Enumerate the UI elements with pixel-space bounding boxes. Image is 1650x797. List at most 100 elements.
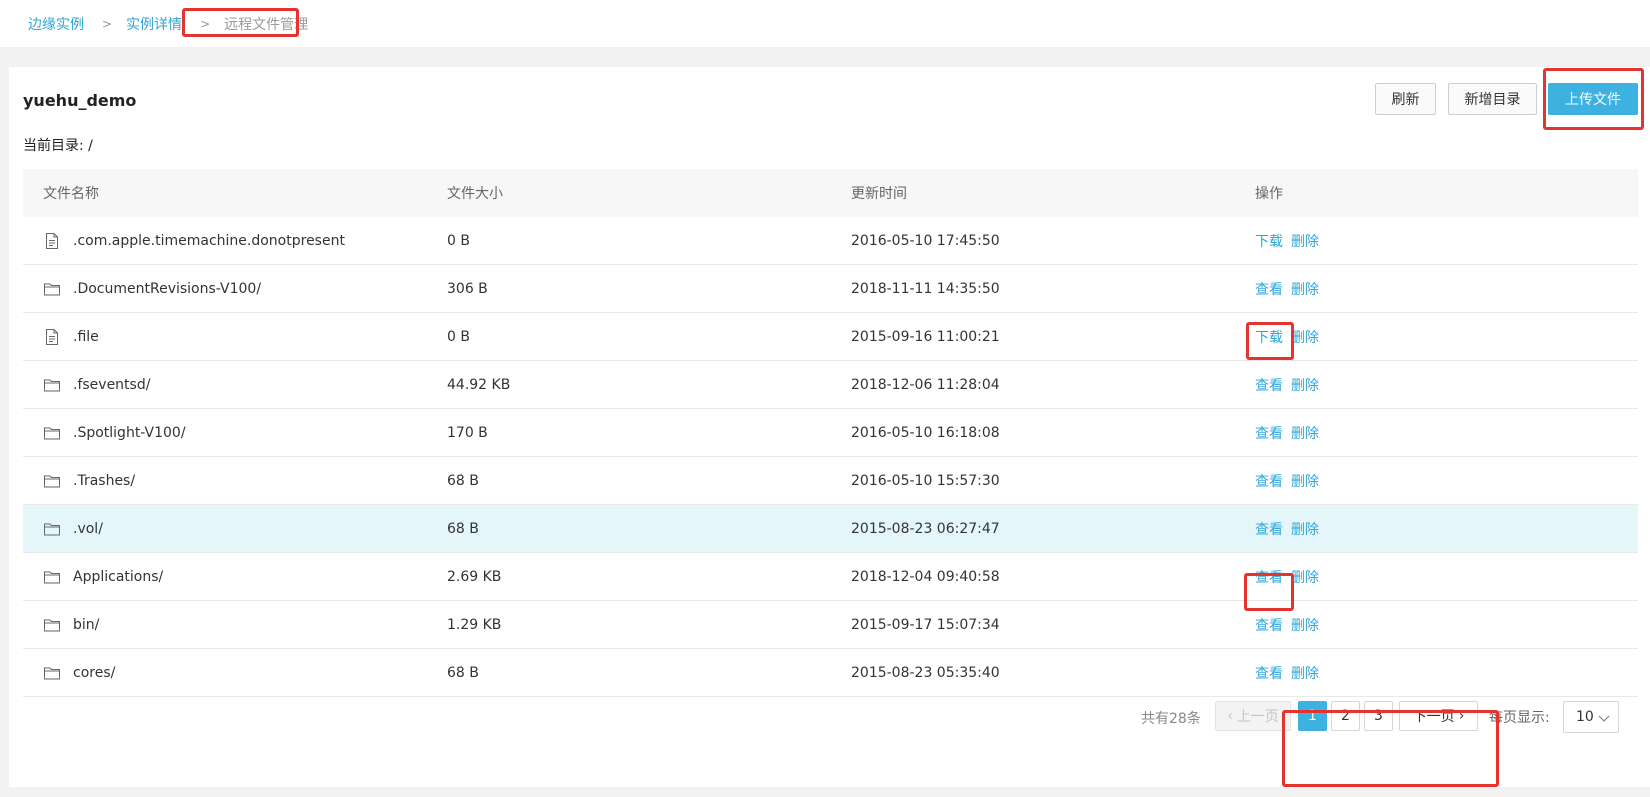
update-time: 2018-12-06 11:28:04: [851, 376, 1000, 393]
table-row[interactable]: .Trashes/68 B 2016-05-10 15:57:30 查看 删除: [23, 457, 1638, 505]
new-directory-button[interactable]: 新增目录: [1448, 83, 1537, 115]
file-name: .vol/: [73, 520, 103, 537]
breadcrumb: 边缘实例 > 实例详情 > 远程文件管理: [28, 14, 308, 34]
file-size: 68 B: [447, 664, 479, 681]
file-manager-panel: yuehu_demo 当前目录: / 刷新 新增目录 上传文件 文件名称 文件大…: [9, 67, 1650, 787]
file-name-cell: cores/: [23, 664, 427, 682]
delete-link[interactable]: 删除: [1291, 375, 1319, 395]
table-row[interactable]: .com.apple.timemachine.donotpresent 0 B 20…: [23, 217, 1638, 265]
file-name-cell: .file: [23, 328, 427, 346]
breadcrumb-edge-instances[interactable]: 边缘实例: [28, 14, 84, 34]
breadcrumb-instance-detail[interactable]: 实例详情: [126, 14, 182, 34]
actions-cell: 下载 删除: [1235, 231, 1638, 251]
delete-link[interactable]: 删除: [1291, 519, 1319, 539]
delete-link[interactable]: 删除: [1291, 231, 1319, 251]
refresh-button[interactable]: 刷新: [1375, 83, 1436, 115]
table-row[interactable]: bin/1.29 KB 2015-09-17 15:07:34 查看 删除: [23, 601, 1638, 649]
update-time: 2015-09-16 11:00:21: [851, 328, 1000, 345]
view-link[interactable]: 查看: [1255, 423, 1283, 443]
delete-link[interactable]: 删除: [1291, 423, 1319, 443]
file-name: .com.apple.timemachine.donotpresent: [73, 232, 345, 249]
file-name-cell: .Trashes/: [23, 472, 427, 490]
file-size: 0 B: [447, 328, 470, 345]
file-name: .Trashes/: [73, 472, 136, 489]
folder-icon: [43, 280, 61, 298]
file-size: 68 B: [447, 472, 479, 489]
table-row[interactable]: .fseventsd/44.92 KB 2018-12-06 11:28:04 查看…: [23, 361, 1638, 409]
delete-link[interactable]: 删除: [1291, 327, 1319, 347]
file-size: 68 B: [447, 520, 479, 537]
file-name-cell: .fseventsd/: [23, 376, 427, 394]
view-link[interactable]: 查看: [1255, 279, 1283, 299]
update-time: 2015-08-23 06:27:47: [851, 520, 1000, 537]
file-name: .Spotlight-V100/: [73, 424, 186, 441]
actions-cell: 下载 删除: [1235, 327, 1638, 347]
delete-link[interactable]: 删除: [1291, 279, 1319, 299]
header-file-name: 文件名称: [43, 186, 99, 202]
delete-link[interactable]: 删除: [1291, 471, 1319, 491]
view-link[interactable]: 查看: [1255, 615, 1283, 635]
folder-icon: [43, 376, 61, 394]
prev-page-button[interactable]: ‹ 上一页: [1215, 701, 1291, 731]
chevron-right-icon: >: [200, 17, 211, 31]
file-size: 170 B: [447, 424, 488, 441]
table-row[interactable]: .DocumentRevisions-V100/306 B 2018-11-11 …: [23, 265, 1638, 313]
table-row[interactable]: .Spotlight-V100/170 B 2016-05-10 16:18:08…: [23, 409, 1638, 457]
file-name-cell: .Spotlight-V100/: [23, 424, 427, 442]
table-row[interactable]: cores/68 B 2015-08-23 05:35:40 查看 删除: [23, 649, 1638, 697]
header-actions: 操作: [1255, 186, 1283, 202]
per-page-value: 10: [1576, 709, 1594, 725]
file-name: Applications/: [73, 568, 164, 585]
file-icon: [43, 232, 61, 250]
table-header: 文件名称 文件大小 更新时间 操作: [23, 169, 1638, 217]
file-size: 0 B: [447, 232, 470, 249]
pagination: 共有28条 ‹ 上一页 1 2 3 下一页 › 每页显示: 10: [9, 701, 1650, 733]
file-name-cell: Applications/: [23, 568, 427, 586]
view-link[interactable]: 查看: [1255, 471, 1283, 491]
per-page-label: 每页显示:: [1489, 710, 1550, 726]
actions-cell: 查看 删除: [1235, 423, 1638, 443]
view-link[interactable]: 查看: [1255, 375, 1283, 395]
table-row[interactable]: .file 0 B 2015-09-16 11:00:21 下载 删除: [23, 313, 1638, 361]
view-link[interactable]: 查看: [1255, 567, 1283, 587]
update-time: 2018-12-04 09:40:58: [851, 568, 1000, 585]
table-row[interactable]: Applications/2.69 KB 2018-12-04 09:40:58 查…: [23, 553, 1638, 601]
delete-link[interactable]: 删除: [1291, 663, 1319, 683]
folder-icon: [43, 664, 61, 682]
header-update-time: 更新时间: [851, 186, 907, 202]
current-directory: 当前目录: /: [23, 138, 93, 154]
next-page-label: 下一页: [1412, 709, 1455, 725]
delete-link[interactable]: 删除: [1291, 567, 1319, 587]
file-name-cell: bin/: [23, 616, 427, 634]
actions-cell: 查看 删除: [1235, 567, 1638, 587]
file-size: 1.29 KB: [447, 616, 502, 633]
file-size: 44.92 KB: [447, 376, 511, 393]
actions-cell: 查看 删除: [1235, 375, 1638, 395]
delete-link[interactable]: 删除: [1291, 615, 1319, 635]
download-link[interactable]: 下载: [1255, 231, 1283, 251]
next-page-button[interactable]: 下一页 ›: [1399, 701, 1478, 731]
chevron-left-icon: ‹: [1227, 708, 1233, 724]
header-file-size: 文件大小: [447, 186, 503, 202]
file-name: .DocumentRevisions-V100/: [73, 280, 262, 297]
table-row[interactable]: .vol/68 B 2015-08-23 06:27:47 查看 删除: [23, 505, 1638, 553]
view-link[interactable]: 查看: [1255, 663, 1283, 683]
download-link[interactable]: 下载: [1255, 327, 1283, 347]
update-time: 2016-05-10 15:57:30: [851, 472, 1000, 489]
file-name: .file: [73, 328, 99, 345]
update-time: 2015-09-17 15:07:34: [851, 616, 1000, 633]
update-time: 2015-08-23 05:35:40: [851, 664, 1000, 681]
page-3-button[interactable]: 3: [1364, 701, 1393, 731]
chevron-right-icon: >: [102, 17, 113, 31]
file-name-cell: .com.apple.timemachine.donotpresent: [23, 232, 427, 250]
upload-file-button[interactable]: 上传文件: [1548, 83, 1638, 115]
file-name-cell: .DocumentRevisions-V100/: [23, 280, 427, 298]
actions-cell: 查看 删除: [1235, 519, 1638, 539]
file-name: cores/: [73, 664, 116, 681]
instance-name: yuehu_demo: [23, 91, 137, 110]
view-link[interactable]: 查看: [1255, 519, 1283, 539]
page-1-button[interactable]: 1: [1298, 701, 1327, 731]
chevron-down-icon: [1598, 715, 1610, 722]
page-2-button[interactable]: 2: [1331, 701, 1360, 731]
per-page-select[interactable]: 10: [1563, 701, 1619, 733]
